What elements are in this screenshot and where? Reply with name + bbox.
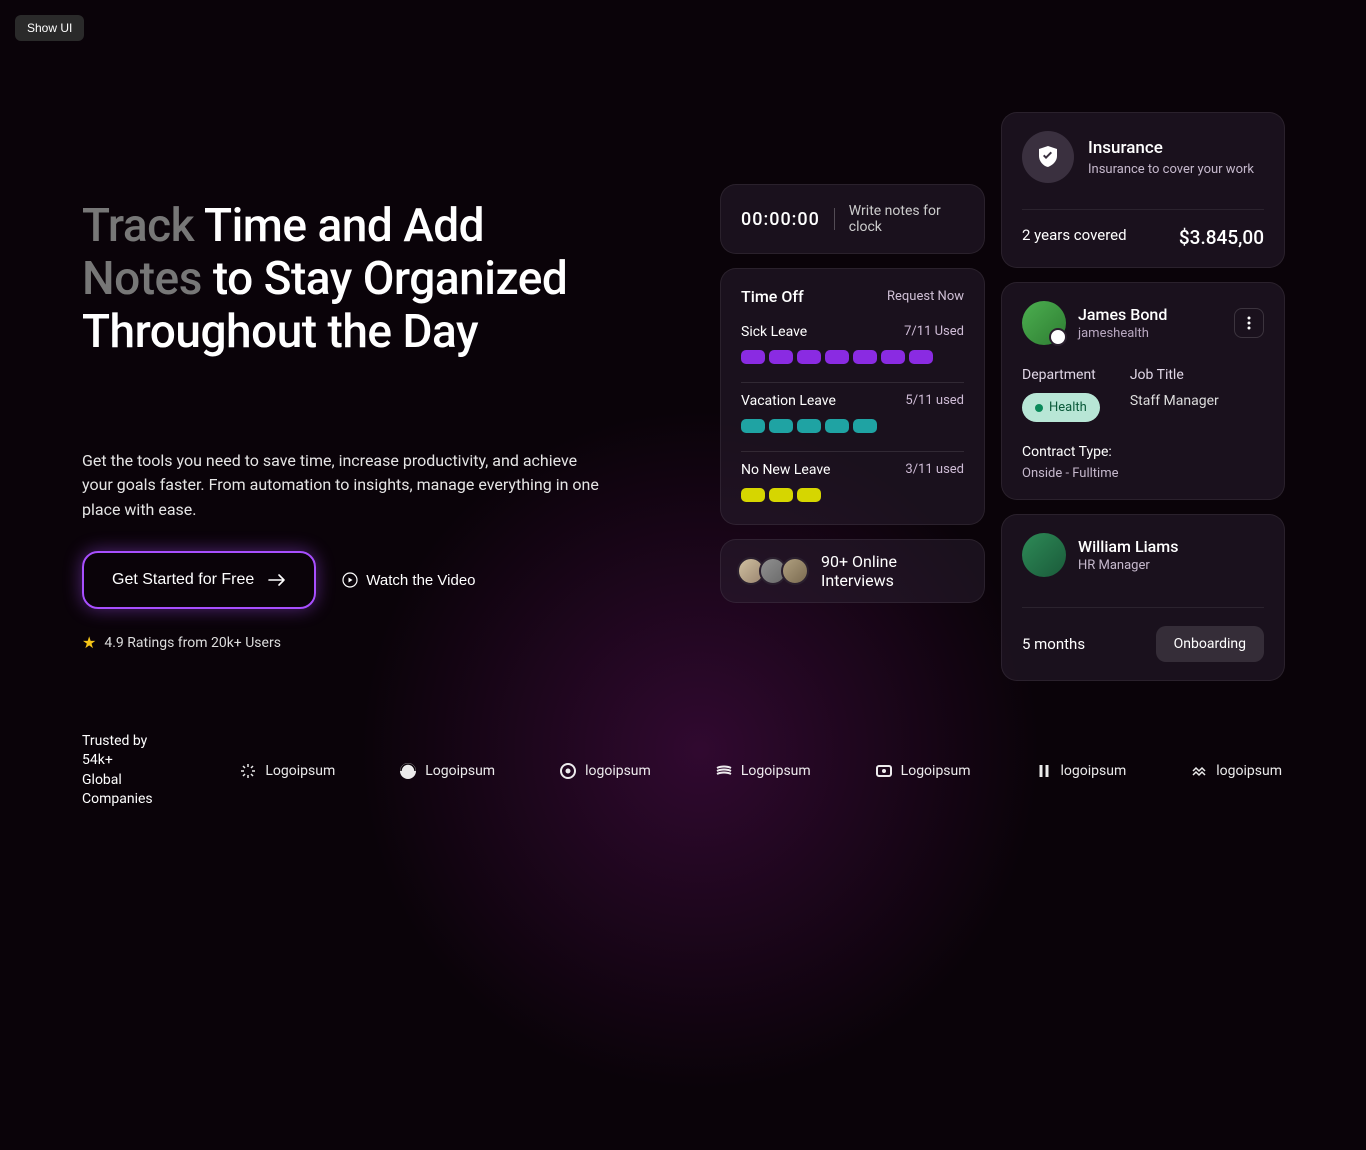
request-now-link[interactable]: Request Now bbox=[887, 289, 964, 304]
time-off-card: Time Off Request Now Sick Leave 7/11 Used… bbox=[720, 268, 985, 525]
leave-new: No New Leave 3/11 used bbox=[741, 462, 964, 502]
logo-row: Logoipsum Logoipsum logoipsum Logoipsum … bbox=[239, 762, 1282, 780]
insurance-covered: 2 years covered bbox=[1022, 226, 1127, 249]
play-circle-icon bbox=[342, 572, 358, 588]
rating-text: 4.9 Ratings from 20k+ Users bbox=[104, 635, 281, 651]
hero-title-text-1: Time and Add bbox=[204, 199, 484, 253]
logo-item: logoipsum bbox=[1035, 762, 1127, 780]
time-off-title: Time Off bbox=[741, 287, 804, 306]
hero-title-dim-2: Notes bbox=[82, 252, 202, 306]
onboarding-duration: 5 months bbox=[1022, 635, 1085, 653]
star-icon: ★ bbox=[82, 633, 96, 652]
watch-video-button[interactable]: Watch the Video bbox=[342, 572, 475, 589]
profile-handle: jameshealth bbox=[1078, 326, 1167, 341]
insurance-card: Insurance Insurance to cover your work 2… bbox=[1001, 112, 1285, 268]
avatar bbox=[781, 557, 809, 585]
logo-item: Logoipsum bbox=[399, 762, 495, 780]
clock-note-placeholder[interactable]: Write notes for clock bbox=[849, 203, 964, 235]
hero-section: Track Time and Add Notes to Stay Organiz… bbox=[82, 200, 642, 652]
kebab-icon bbox=[1247, 316, 1251, 330]
leave-pills-vacation bbox=[741, 419, 964, 433]
insurance-title: Insurance bbox=[1088, 138, 1254, 158]
leave-label: Vacation Leave bbox=[741, 393, 836, 409]
logo-item: Logoipsum bbox=[715, 762, 811, 780]
onboarding-name: William Liams bbox=[1078, 537, 1178, 556]
logo-item: logoipsum bbox=[559, 762, 651, 780]
avatar bbox=[1022, 533, 1066, 577]
leave-label: Sick Leave bbox=[741, 324, 807, 340]
hero-title: Track Time and Add Notes to Stay Organiz… bbox=[82, 200, 642, 359]
interviews-text: 90+ Online Interviews bbox=[821, 552, 968, 590]
rating-row: ★ 4.9 Ratings from 20k+ Users bbox=[82, 633, 642, 652]
cta-secondary-label: Watch the Video bbox=[366, 572, 475, 589]
logo-icon bbox=[875, 762, 893, 780]
insurance-subtitle: Insurance to cover your work bbox=[1088, 162, 1254, 177]
hero-subtitle: Get the tools you need to save time, inc… bbox=[82, 449, 602, 523]
onboarding-card: William Liams HR Manager 5 months Onboar… bbox=[1001, 514, 1285, 681]
dot-icon bbox=[1035, 404, 1043, 412]
department-chip: Health bbox=[1022, 393, 1100, 422]
logo-icon bbox=[239, 762, 257, 780]
shield-check-icon bbox=[1022, 131, 1074, 183]
avatar-stack bbox=[737, 557, 809, 585]
leave-used: 5/11 used bbox=[905, 393, 964, 409]
hero-title-dim-1: Track bbox=[82, 199, 194, 253]
leave-used: 7/11 Used bbox=[904, 324, 964, 340]
logo-icon bbox=[715, 762, 733, 780]
leave-pills-sick bbox=[741, 350, 964, 364]
trusted-text: Trusted by 54k+Global Companies bbox=[82, 732, 169, 810]
profile-card: James Bond jameshealth Department Health… bbox=[1001, 282, 1285, 500]
logo-item: logoipsum bbox=[1190, 762, 1282, 780]
onboarding-badge: Onboarding bbox=[1156, 626, 1264, 662]
onboarding-role: HR Manager bbox=[1078, 558, 1178, 573]
logo-item: Logoipsum bbox=[875, 762, 971, 780]
leave-used: 3/11 used bbox=[905, 462, 964, 478]
logo-icon bbox=[559, 762, 577, 780]
logo-icon bbox=[399, 762, 417, 780]
arrow-right-icon bbox=[268, 573, 286, 587]
contract-value: Onside - Fulltime bbox=[1022, 466, 1264, 481]
leave-pills-new bbox=[741, 488, 964, 502]
show-ui-button[interactable]: Show UI bbox=[15, 15, 84, 41]
get-started-button[interactable]: Get Started for Free bbox=[82, 551, 316, 609]
logo-icon bbox=[1190, 762, 1208, 780]
contract-label: Contract Type: bbox=[1022, 444, 1264, 460]
leave-label: No New Leave bbox=[741, 462, 830, 478]
leave-vacation: Vacation Leave 5/11 used bbox=[741, 393, 964, 433]
clock-card[interactable]: 00:00:00 Write notes for clock bbox=[720, 184, 985, 254]
avatar bbox=[1022, 301, 1066, 345]
trusted-section: Trusted by 54k+Global Companies Logoipsu… bbox=[82, 732, 1282, 810]
job-title-value: Staff Manager bbox=[1130, 393, 1219, 409]
cta-primary-label: Get Started for Free bbox=[112, 571, 254, 589]
more-options-button[interactable] bbox=[1234, 308, 1264, 338]
divider bbox=[834, 208, 835, 230]
clock-time: 00:00:00 bbox=[741, 209, 820, 230]
department-label: Department bbox=[1022, 367, 1100, 383]
job-title-label: Job Title bbox=[1130, 367, 1219, 383]
insurance-price: $3.845,00 bbox=[1179, 226, 1264, 249]
logo-item: Logoipsum bbox=[239, 762, 335, 780]
profile-name: James Bond bbox=[1078, 305, 1167, 324]
logo-icon bbox=[1035, 762, 1053, 780]
interviews-card[interactable]: 90+ Online Interviews bbox=[720, 539, 985, 603]
leave-sick: Sick Leave 7/11 Used bbox=[741, 324, 964, 364]
